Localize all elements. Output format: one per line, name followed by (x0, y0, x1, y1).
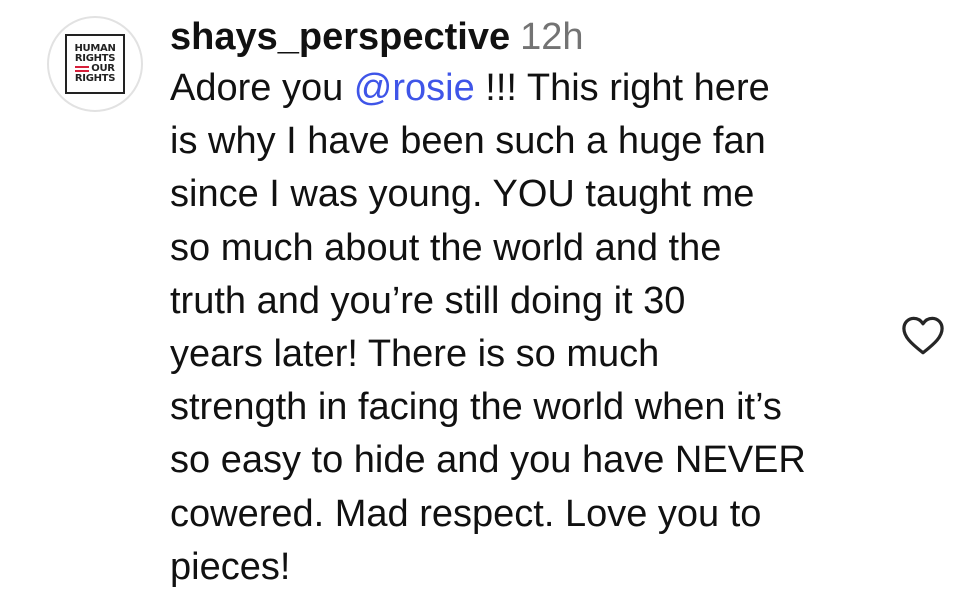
comment-line: so much about the world and the (170, 226, 722, 269)
username-link[interactable]: shays_perspective (170, 16, 510, 58)
comment-line: cowered. Mad respect. Love you to (170, 492, 762, 535)
timestamp[interactable]: 12h (520, 16, 583, 58)
comment-text: Adore you @rosie !!! This right here is … (170, 62, 890, 594)
comment-line: pieces! (170, 545, 291, 588)
comment-line: so easy to hide and you have NEVER (170, 439, 806, 482)
comment-line: since I was young. YOU taught me (170, 173, 755, 216)
comment-line: years later! There is so much (170, 333, 660, 376)
comment-line: strength in facing the world when it’s (170, 386, 782, 429)
comment-header: shays_perspective 12h (170, 12, 890, 62)
logo-text-line: RIGHTS (74, 73, 116, 84)
like-button[interactable] (897, 309, 949, 361)
comment-line: Adore you @rosie !!! This right here (170, 62, 890, 115)
comment-text-segment: Adore you (170, 67, 354, 109)
comment-line: is why I have been such a huge fan (170, 120, 766, 163)
heart-icon (902, 316, 944, 355)
comment-line: truth and you’re still doing it 30 (170, 279, 686, 322)
mention-link[interactable]: @rosie (354, 67, 475, 109)
avatar[interactable]: HUMAN RIGHTS OUR RIGHTS (47, 16, 143, 112)
comment-content: shays_perspective 12h Adore you @rosie !!… (170, 12, 890, 594)
human-rights-logo: HUMAN RIGHTS OUR RIGHTS (65, 34, 125, 94)
comment-text-segment: !!! This right here (474, 67, 770, 109)
comment: HUMAN RIGHTS OUR RIGHTS shays_perspectiv… (0, 0, 980, 604)
equals-sign-icon (75, 66, 90, 72)
